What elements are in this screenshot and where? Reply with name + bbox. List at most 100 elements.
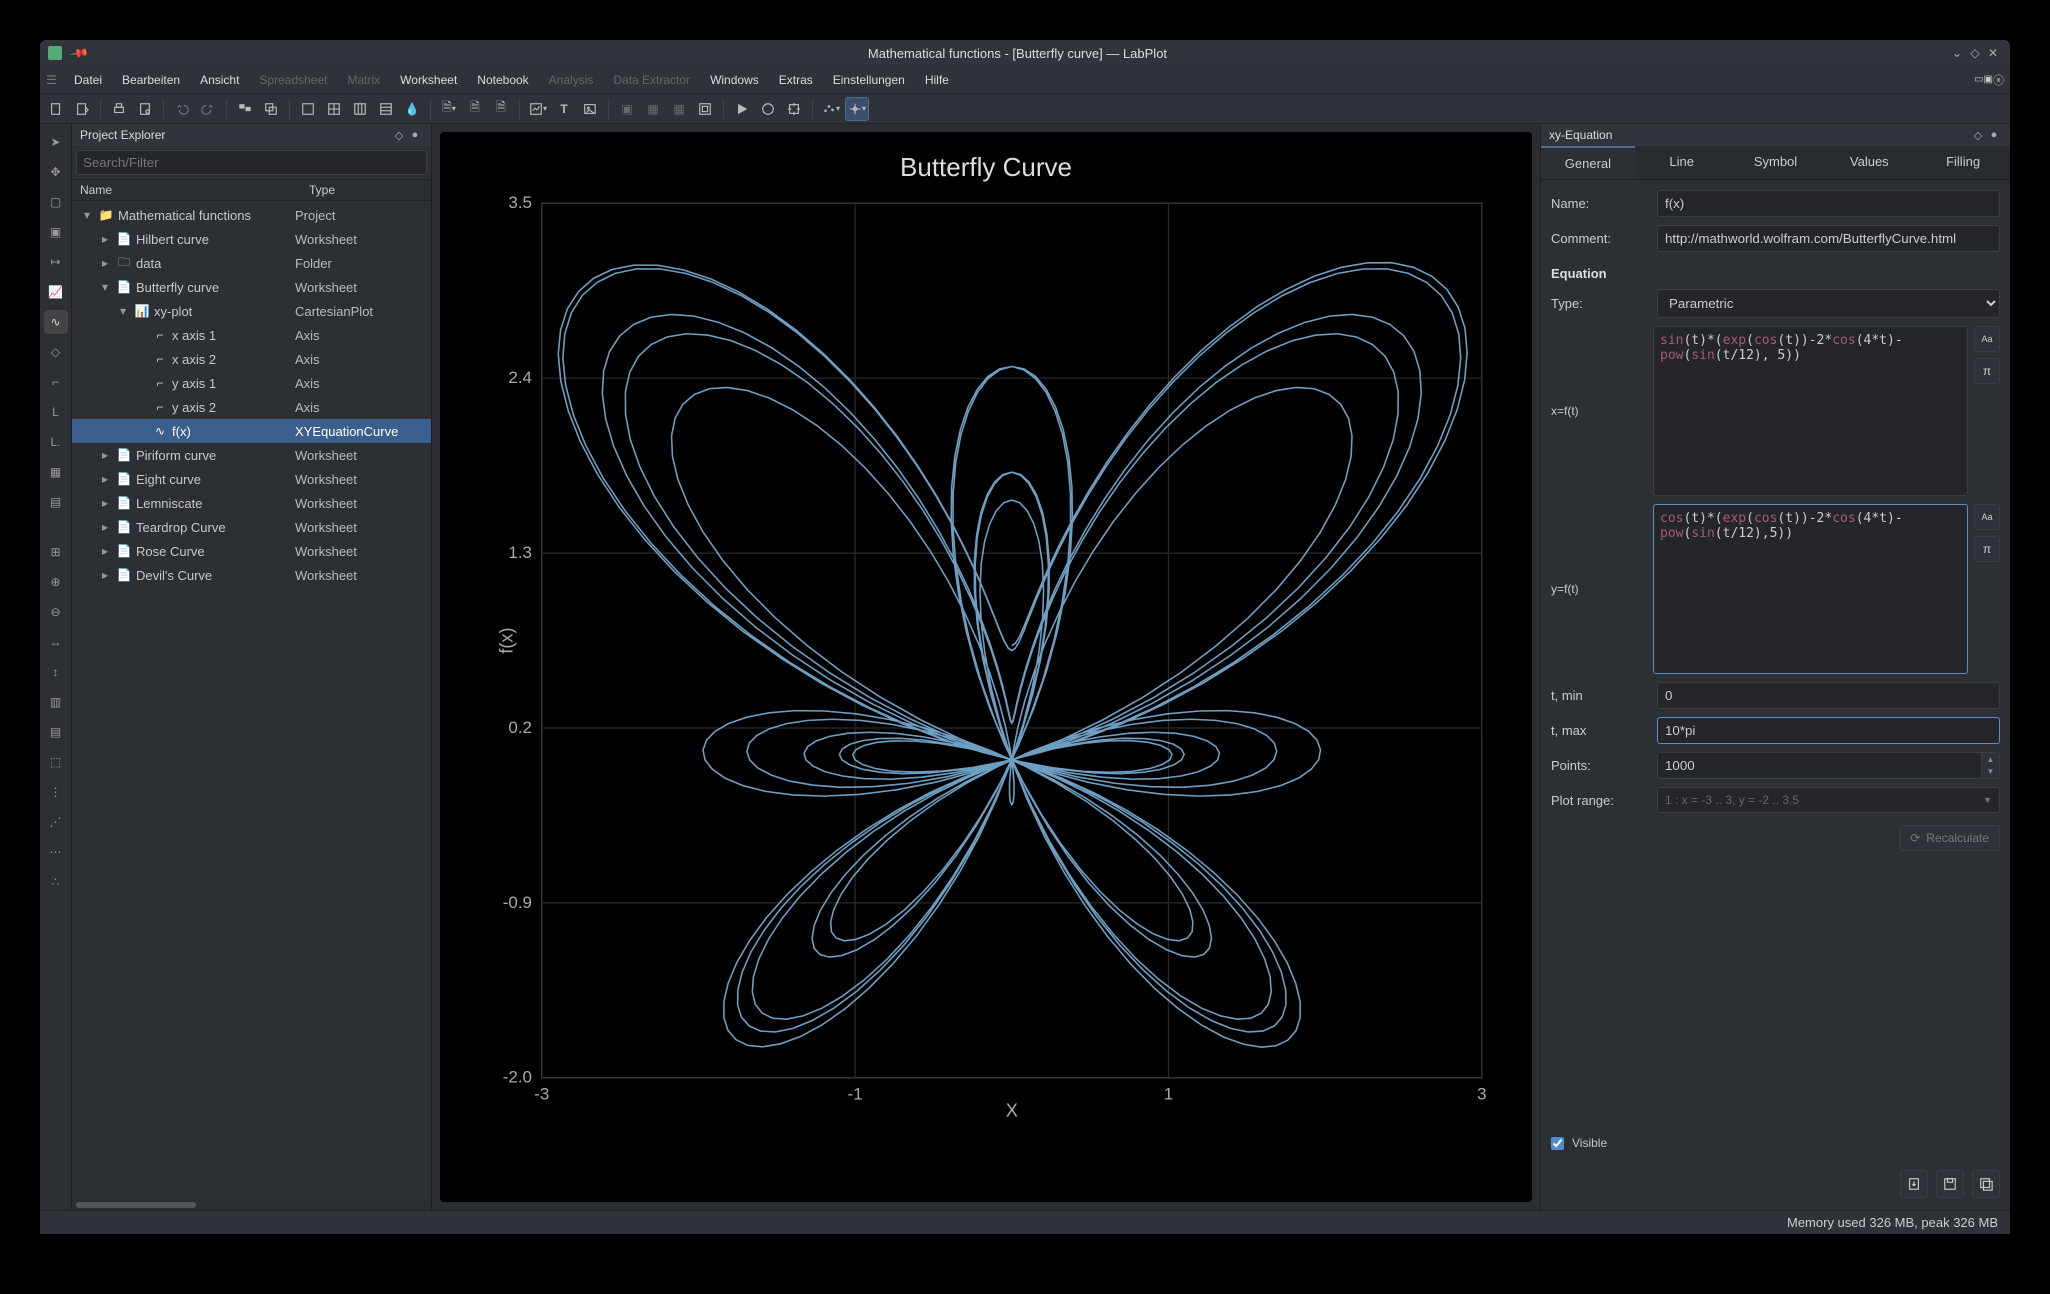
zoom-fit-vert-icon[interactable]: ↕: [44, 660, 68, 684]
select-rect-icon[interactable]: ▢: [44, 190, 68, 214]
grid-v-icon[interactable]: ▤: [44, 720, 68, 744]
print-preview-icon[interactable]: [133, 97, 157, 121]
pause-icon[interactable]: [756, 97, 780, 121]
tree-row[interactable]: ▸📄Eight curveWorksheet: [72, 467, 431, 491]
maximize-button[interactable]: ◇: [1966, 46, 1984, 60]
menu-spreadsheet[interactable]: Spreadsheet: [249, 69, 337, 91]
plot-range-select[interactable]: 1 : x = -3 .. 3, y = -2 .. 3.5 ▼: [1657, 787, 2000, 813]
y-equation-input[interactable]: cos(t)*(exp(cos(t))-2*cos(4*t)-pow(sin(t…: [1653, 504, 1968, 674]
menu-datei[interactable]: Datei: [64, 69, 112, 91]
doc-export-icon[interactable]: 🗎: [489, 97, 513, 121]
menu-ansicht[interactable]: Ansicht: [190, 69, 249, 91]
menu-close-icon[interactable]: ⓧ: [1993, 72, 2004, 88]
tree-row[interactable]: ▸🗀dataFolder: [72, 251, 431, 275]
save-as-button[interactable]: [1972, 1170, 2000, 1198]
grid3-icon[interactable]: [348, 97, 372, 121]
ungroup-icon[interactable]: ▣: [615, 97, 639, 121]
menu-analysis[interactable]: Analysis: [539, 69, 604, 91]
insert-image-icon[interactable]: [578, 97, 602, 121]
zoom-fit-horiz-icon[interactable]: ↔: [44, 630, 68, 654]
chevron-right-icon[interactable]: ▸: [98, 568, 112, 582]
tree-row[interactable]: •⌐y axis 1Axis: [72, 371, 431, 395]
tab-general[interactable]: General: [1541, 146, 1635, 179]
menu-windows[interactable]: Windows: [700, 69, 769, 91]
grid-h-icon[interactable]: ▥: [44, 690, 68, 714]
tree-row[interactable]: •⌐x axis 1Axis: [72, 323, 431, 347]
tmin-input[interactable]: [1657, 682, 2000, 709]
explorer-float-icon[interactable]: ◇: [391, 129, 407, 142]
close-button[interactable]: ✕: [1984, 46, 2002, 60]
recalculate-button[interactable]: ⟳ Recalculate: [1899, 825, 2000, 851]
marquee-icon[interactable]: ⬚: [44, 750, 68, 774]
tree-row[interactable]: ▸📄Piriform curveWorksheet: [72, 443, 431, 467]
axis-arrow-icon[interactable]: ↦: [44, 250, 68, 274]
fit-icon[interactable]: [693, 97, 717, 121]
tree-row[interactable]: ▾📊xy-plotCartesianPlot: [72, 299, 431, 323]
menu-data-extractor[interactable]: Data Extractor: [603, 69, 700, 91]
menu-notebook[interactable]: Notebook: [467, 69, 538, 91]
x-equation-input[interactable]: sin(t)*(exp(cos(t))-2*cos(4*t)-pow(sin(t…: [1653, 326, 1968, 496]
axis-break-icon[interactable]: L: [44, 400, 68, 424]
chevron-right-icon[interactable]: ▸: [98, 256, 112, 270]
undo-icon[interactable]: [170, 97, 194, 121]
chevron-down-icon[interactable]: ▾: [116, 304, 130, 318]
zoom-out-icon[interactable]: ⊖: [44, 600, 68, 624]
chevron-right-icon[interactable]: ▸: [98, 496, 112, 510]
dots-2-icon[interactable]: ⋰: [44, 810, 68, 834]
explorer-scrollbar[interactable]: [72, 1200, 431, 1210]
tab-values[interactable]: Values: [1822, 146, 1916, 179]
print-icon[interactable]: [107, 97, 131, 121]
col-type[interactable]: Type: [301, 183, 431, 197]
hamburger-icon[interactable]: ☰: [46, 73, 64, 87]
tree-row[interactable]: ▸📄Hilbert curveWorksheet: [72, 227, 431, 251]
grid1-icon[interactable]: [296, 97, 320, 121]
trend-line-icon[interactable]: 📈: [44, 280, 68, 304]
chevron-right-icon[interactable]: ▸: [98, 448, 112, 462]
load-template-button[interactable]: [1900, 1170, 1928, 1198]
menu-min-icon[interactable]: ▭: [1974, 74, 1983, 85]
tree-row[interactable]: •∿f(x)XYEquationCurve: [72, 419, 431, 443]
tree-row[interactable]: ▸📄LemniscateWorksheet: [72, 491, 431, 515]
save-template-button[interactable]: [1936, 1170, 1964, 1198]
doc-import-icon[interactable]: 🗎: [463, 97, 487, 121]
menu-worksheet[interactable]: Worksheet: [390, 69, 467, 91]
comment-input[interactable]: [1657, 225, 2000, 252]
tree-row[interactable]: •⌐y axis 2Axis: [72, 395, 431, 419]
visible-checkbox[interactable]: [1551, 1137, 1564, 1150]
table-tool-icon[interactable]: ▦: [44, 460, 68, 484]
y-insert-text-button[interactable]: Aa: [1974, 504, 2000, 530]
chevron-right-icon[interactable]: ▸: [98, 232, 112, 246]
dots-3-icon[interactable]: ⋯: [44, 840, 68, 864]
tree-row[interactable]: ▸📄Rose CurveWorksheet: [72, 539, 431, 563]
group-icon[interactable]: ▦: [641, 97, 665, 121]
menu-einstellungen[interactable]: Einstellungen: [823, 69, 915, 91]
crosshair-icon[interactable]: ▾: [845, 97, 869, 121]
grid2-icon[interactable]: [322, 97, 346, 121]
target-icon[interactable]: [782, 97, 806, 121]
tmax-input[interactable]: [1657, 717, 2000, 744]
polygon-tool-icon[interactable]: ◇: [44, 340, 68, 364]
y-insert-pi-button[interactable]: π: [1974, 536, 2000, 562]
grid-snap-icon[interactable]: ▦: [667, 97, 691, 121]
tab-line[interactable]: Line: [1635, 146, 1729, 179]
function-tool-icon[interactable]: ∿: [44, 310, 68, 334]
properties-close-icon[interactable]: ●: [1986, 129, 2002, 141]
pointer-tool-icon[interactable]: ➤: [44, 130, 68, 154]
zoom-rect-icon[interactable]: ▣: [44, 220, 68, 244]
chevron-right-icon[interactable]: ▸: [98, 544, 112, 558]
x-insert-pi-button[interactable]: π: [1974, 358, 2000, 384]
zoom-in-icon[interactable]: ⊕: [44, 570, 68, 594]
insert-text-icon[interactable]: T: [552, 97, 576, 121]
minimize-button[interactable]: ⌄: [1948, 46, 1966, 60]
type-select[interactable]: Parametric: [1657, 289, 2000, 318]
name-input[interactable]: [1657, 190, 2000, 217]
points-step-down[interactable]: ▼: [1982, 766, 1999, 779]
x-insert-text-button[interactable]: Aa: [1974, 326, 2000, 352]
chevron-down-icon[interactable]: ▾: [80, 208, 94, 222]
axis-extend-icon[interactable]: L.: [44, 430, 68, 454]
tree-row[interactable]: ▾📄Butterfly curveWorksheet: [72, 275, 431, 299]
explorer-close-icon[interactable]: ●: [407, 129, 423, 141]
dots-1-icon[interactable]: ⋮: [44, 780, 68, 804]
points-input[interactable]: [1657, 752, 1982, 779]
layout-tile-icon[interactable]: [233, 97, 257, 121]
